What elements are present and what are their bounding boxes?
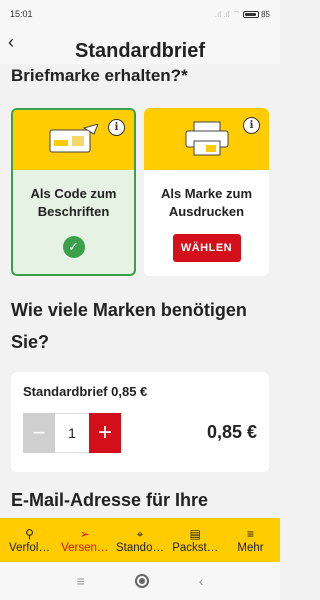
app-header: ‹ Standardbrief <box>0 28 280 64</box>
checkmark-icon: ✓ <box>62 236 85 258</box>
option-card-print[interactable]: i Als Marke zum Ausdrucken WÄHLEN <box>144 108 269 276</box>
back-chevron-icon[interactable]: ‹ <box>8 32 14 53</box>
plus-icon[interactable]: + <box>89 413 121 453</box>
option-card-header: i <box>13 110 134 170</box>
bottom-nav: ⚲ Verfol… ➢ Versen… ⌖ Stando… ▤ Packst… … <box>0 518 280 562</box>
quantity-stepper: − 1 + <box>23 413 121 453</box>
section-heading: Briefmarke erhalten?* <box>11 66 188 85</box>
back-icon[interactable]: ‹ <box>199 573 204 589</box>
battery-icon: 85 <box>243 10 270 19</box>
printer-icon <box>185 121 228 156</box>
nav-item-packstation[interactable]: ▤ Packst… <box>168 518 223 562</box>
packstation-icon: ▤ <box>189 526 201 541</box>
product-label: Standardbrief 0,85 € <box>23 384 148 399</box>
nav-item-versenden[interactable]: ➢ Versen… <box>57 518 112 562</box>
select-button[interactable]: WÄHLEN <box>172 234 241 262</box>
home-icon[interactable] <box>134 574 149 588</box>
info-icon[interactable]: i <box>243 117 260 134</box>
page-title: Standardbrief <box>74 39 206 62</box>
signal-icon: .ıl .ıl <box>214 9 230 19</box>
minus-icon[interactable]: − <box>23 413 55 453</box>
menu-icon: ≡ <box>246 526 254 541</box>
quantity-input[interactable]: 1 <box>55 413 89 453</box>
search-icon: ⚲ <box>25 526 34 541</box>
option-card-header: i <box>144 108 269 170</box>
system-navigation-bar: ≡ ‹ <box>0 562 280 600</box>
main-content: Briefmarke erhalten?* i Als Code zum Bes… <box>0 66 280 511</box>
email-heading: E-Mail-Adresse für Ihre <box>11 490 209 510</box>
total-price: 0,85 € <box>206 422 257 442</box>
quantity-question: Wie viele Marken benötigen Sie? <box>11 300 247 352</box>
battery-level: 85 <box>261 9 270 19</box>
status-time: 15:01 <box>10 9 33 19</box>
status-bar: 15:01 .ıl .ıl ⌔ 85 <box>0 0 280 28</box>
info-icon[interactable]: i <box>108 119 125 136</box>
option-label: Als Code zum Beschriften <box>30 186 117 219</box>
option-card-code[interactable]: i Als Code zum Beschriften ✓ <box>11 108 136 276</box>
option-label: Als Marke zum Ausdrucken <box>160 186 253 219</box>
recents-icon[interactable]: ≡ <box>77 573 85 589</box>
nav-item-mehr[interactable]: ≡ Mehr <box>223 518 278 562</box>
delivery-options: i Als Code zum Beschriften ✓ i Als Marke… <box>11 108 269 276</box>
nav-item-verfolgen[interactable]: ⚲ Verfol… <box>2 518 57 562</box>
status-icons: .ıl .ıl ⌔ 85 <box>215 9 270 19</box>
wifi-icon: ⌔ <box>232 9 241 18</box>
location-pin-icon: ⌖ <box>136 526 144 541</box>
label-code-icon <box>49 124 99 153</box>
quantity-card: Standardbrief 0,85 € − 1 + 0,85 € <box>11 372 269 472</box>
send-icon: ➢ <box>79 526 90 541</box>
nav-item-standorte[interactable]: ⌖ Stando… <box>113 518 168 562</box>
